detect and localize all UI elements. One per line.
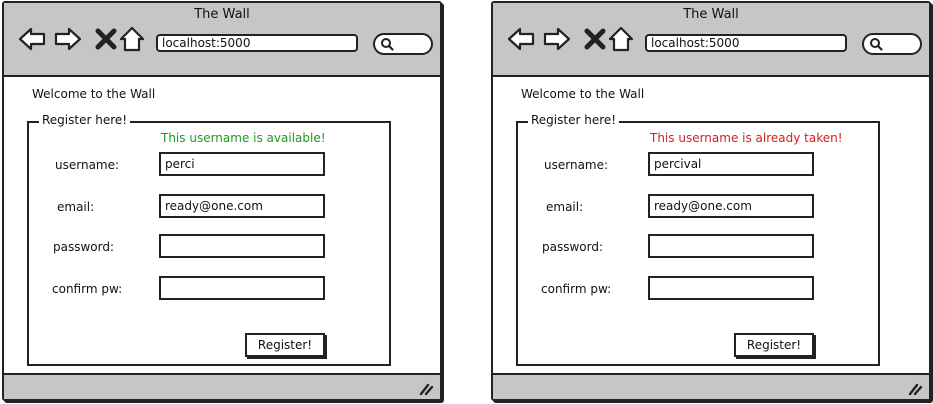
forward-arrow-icon[interactable] — [543, 25, 571, 53]
register-form: Register here! This username is already … — [516, 113, 880, 366]
register-form: Register here! This username is availabl… — [27, 113, 391, 366]
email-input[interactable]: ready@one.com — [648, 194, 814, 218]
forward-arrow-icon[interactable] — [54, 25, 82, 53]
email-label: email: — [57, 200, 95, 214]
address-bar[interactable]: localhost:5000 — [156, 34, 358, 52]
page-heading: Welcome to the Wall — [32, 87, 156, 101]
page-content: Welcome to the Wall Register here! This … — [493, 77, 929, 373]
search-box[interactable] — [373, 33, 433, 55]
password-label: password: — [542, 240, 604, 254]
email-input[interactable]: ready@one.com — [159, 194, 325, 218]
page-content: Welcome to the Wall Register here! This … — [4, 77, 440, 373]
browser-window-taken: The Wall localhost:5000 Welcome to the W… — [491, 1, 931, 401]
email-label: email: — [546, 200, 584, 214]
form-legend: Register here! — [528, 113, 620, 127]
search-icon — [870, 38, 883, 51]
username-status-message: This username is already taken! — [650, 131, 843, 145]
username-input[interactable]: percival — [648, 152, 814, 176]
window-title: The Wall — [683, 7, 739, 22]
confirm-password-label: confirm pw: — [541, 282, 612, 296]
form-legend: Register here! — [39, 113, 131, 127]
window-title: The Wall — [194, 7, 250, 22]
confirm-password-input[interactable] — [159, 276, 325, 300]
password-input[interactable] — [159, 234, 325, 258]
password-input[interactable] — [648, 234, 814, 258]
address-bar[interactable]: localhost:5000 — [645, 34, 847, 52]
browser-window-available: The Wall localhost:5000 Welcome to the W… — [2, 1, 442, 401]
password-label: password: — [53, 240, 115, 254]
stop-x-icon[interactable] — [92, 25, 120, 53]
register-button[interactable]: Register! — [734, 333, 814, 357]
register-button[interactable]: Register! — [245, 333, 325, 357]
browser-titlebar: The Wall localhost:5000 — [493, 3, 929, 77]
confirm-password-input[interactable] — [648, 276, 814, 300]
confirm-password-label: confirm pw: — [52, 282, 123, 296]
resize-grip-icon[interactable] — [418, 382, 434, 396]
back-arrow-icon[interactable] — [18, 25, 46, 53]
home-icon[interactable] — [607, 25, 635, 53]
browser-titlebar: The Wall localhost:5000 — [4, 3, 440, 77]
page-heading: Welcome to the Wall — [521, 87, 645, 101]
browser-statusbar — [493, 373, 929, 399]
browser-statusbar — [4, 373, 440, 399]
stop-x-icon[interactable] — [581, 25, 609, 53]
resize-grip-icon[interactable] — [907, 382, 923, 396]
back-arrow-icon[interactable] — [507, 25, 535, 53]
search-icon — [381, 38, 394, 51]
search-box[interactable] — [862, 33, 922, 55]
username-label: username: — [55, 158, 120, 172]
username-status-message: This username is available! — [161, 131, 326, 145]
home-icon[interactable] — [118, 25, 146, 53]
username-label: username: — [544, 158, 609, 172]
username-input[interactable]: perci — [159, 152, 325, 176]
